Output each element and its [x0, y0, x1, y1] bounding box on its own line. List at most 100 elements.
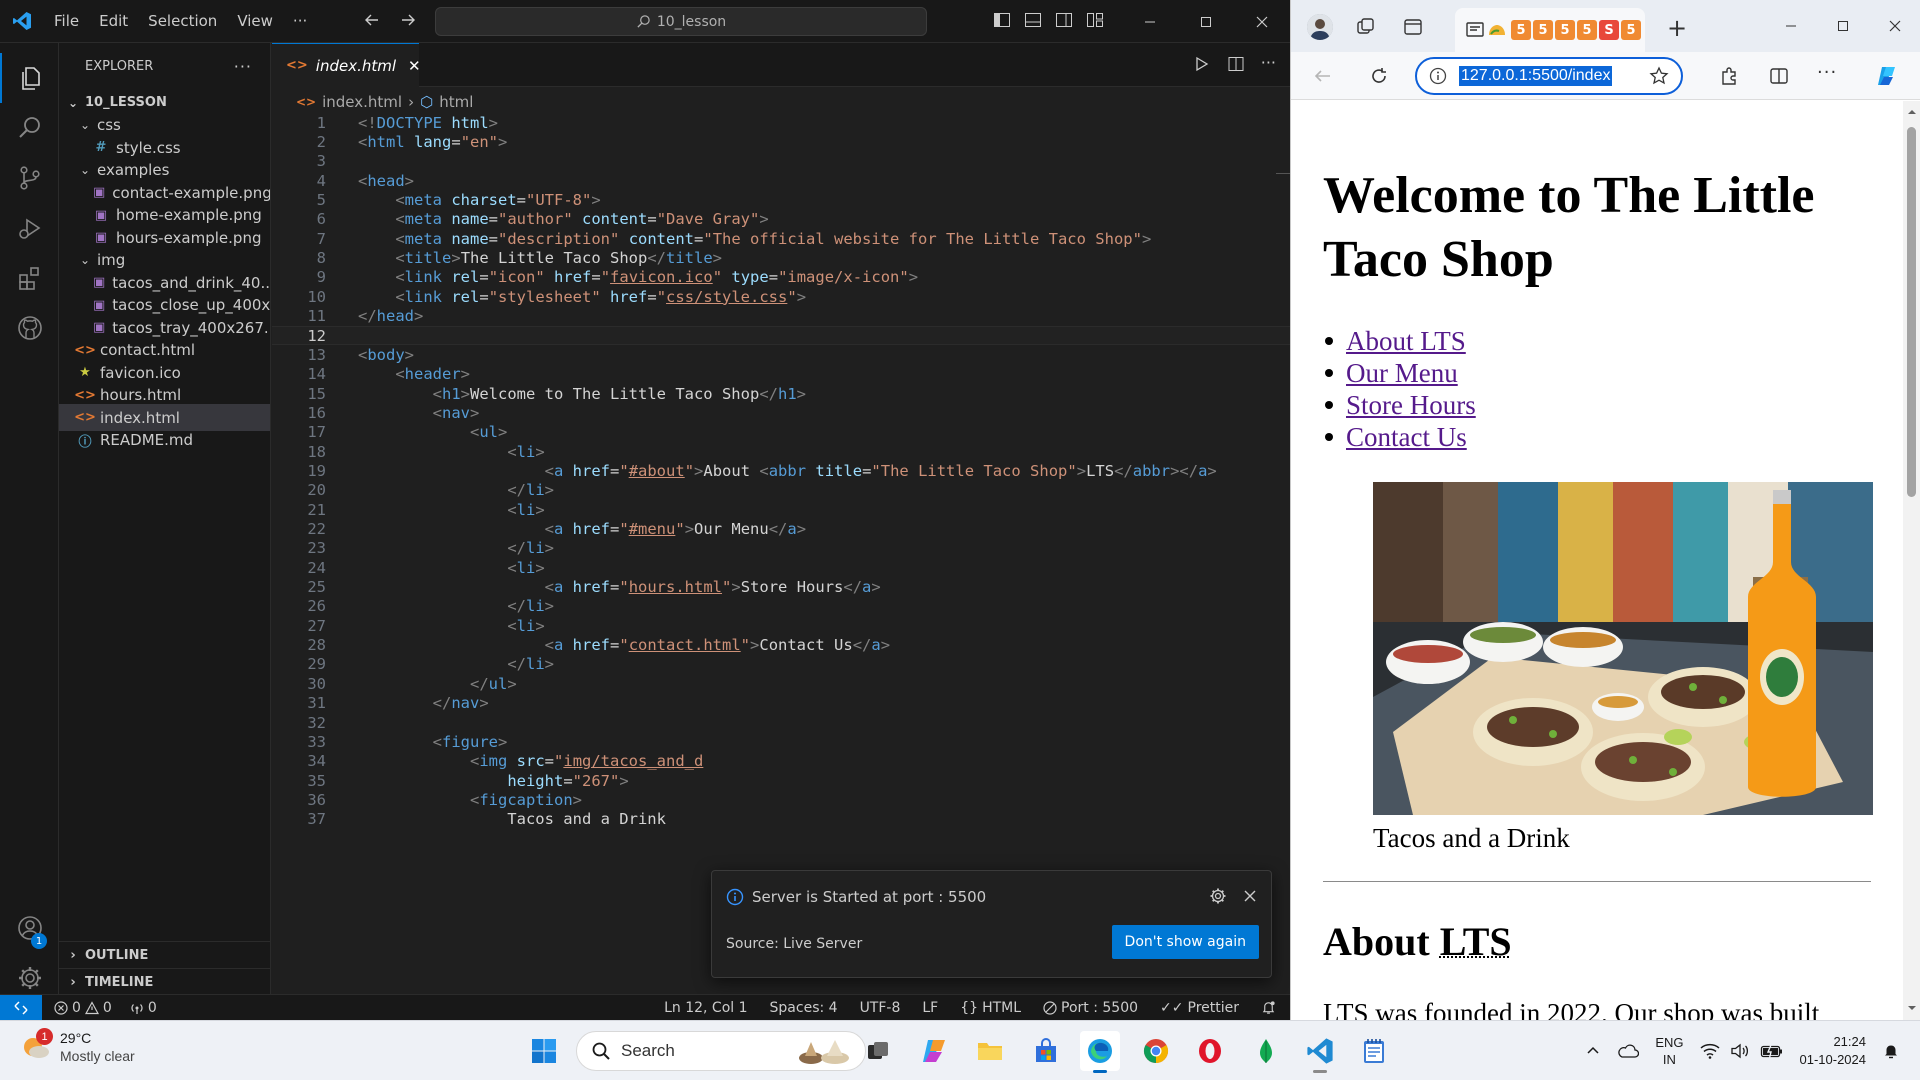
notifications-bell-icon[interactable] — [1261, 1000, 1276, 1015]
chrome-icon[interactable] — [1136, 1031, 1176, 1071]
tree-item-label: tacos_close_up_400x... — [112, 296, 270, 314]
breadcrumb-element[interactable]: html — [439, 93, 473, 111]
ports-indicator[interactable]: 0 — [130, 1000, 157, 1016]
prettier-status[interactable]: ✓✓ Prettier — [1160, 1000, 1239, 1016]
remote-indicator-icon[interactable] — [0, 994, 42, 1020]
notification-bell-icon[interactable] — [1882, 1042, 1900, 1060]
menu-more[interactable]: ··· — [283, 12, 317, 30]
encoding[interactable]: UTF-8 — [860, 1000, 901, 1016]
github-icon[interactable] — [0, 303, 59, 353]
cursor-position[interactable]: Ln 12, Col 1 — [664, 1000, 747, 1016]
toggle-primary-sidebar-icon[interactable] — [993, 11, 1011, 29]
back-arrow-icon[interactable] — [362, 10, 382, 30]
explorer-icon[interactable] — [0, 53, 59, 103]
code-token: href — [554, 268, 592, 287]
extensions-icon[interactable] — [1719, 66, 1739, 86]
status-left: 0 0 0 — [54, 1000, 157, 1016]
split-screen-icon[interactable] — [1769, 66, 1789, 86]
forward-arrow-icon[interactable] — [398, 10, 418, 30]
maximize-icon[interactable] — [1178, 0, 1234, 43]
refresh-icon[interactable] — [1369, 66, 1389, 86]
start-button[interactable] — [524, 1031, 564, 1071]
run-icon[interactable] — [1193, 55, 1211, 73]
scroll-down-arrow-icon[interactable] — [1907, 1003, 1917, 1013]
breadcrumb-file[interactable]: index.html — [322, 93, 402, 111]
tab-actions-icon[interactable] — [1403, 17, 1423, 37]
extensions-icon[interactable] — [0, 253, 59, 303]
timeline-section[interactable]: › TIMELINE — [59, 968, 270, 995]
task-view-icon[interactable] — [858, 1031, 898, 1071]
nav-link-hours[interactable]: Store Hours — [1346, 389, 1476, 421]
favorite-star-icon[interactable] — [1649, 66, 1669, 86]
split-editor-icon[interactable] — [1227, 55, 1245, 73]
end-of-line[interactable]: LF — [922, 1000, 938, 1016]
edge-taskbar-icon[interactable] — [1080, 1031, 1120, 1073]
menu-view[interactable]: View — [227, 12, 283, 30]
address-bar[interactable]: 127.0.0.1:5500/index — [1415, 57, 1683, 95]
file-explorer-icon[interactable] — [970, 1031, 1010, 1071]
new-tab-button[interactable]: + — [1667, 14, 1687, 42]
settings-more-icon[interactable]: ··· — [1817, 62, 1837, 83]
close-icon[interactable] — [1234, 0, 1290, 43]
source-control-icon[interactable] — [0, 153, 59, 203]
workspaces-icon[interactable] — [1355, 16, 1377, 38]
onedrive-cloud-icon[interactable] — [1617, 1043, 1640, 1059]
menu-selection[interactable]: Selection — [138, 12, 227, 30]
nav-link-contact[interactable]: Contact Us — [1346, 421, 1467, 453]
code-token: a — [862, 578, 872, 597]
search-view-icon[interactable] — [0, 103, 59, 153]
live-server-port[interactable]: Port : 5500 — [1043, 1000, 1138, 1016]
notepad-icon[interactable] — [1354, 1031, 1394, 1071]
microsoft-store-icon[interactable] — [1026, 1031, 1066, 1071]
back-arrow-icon[interactable] — [1313, 66, 1333, 86]
nav-link-about[interactable]: About LTS — [1346, 325, 1466, 357]
maximize-icon[interactable] — [1817, 0, 1869, 52]
input-language[interactable]: ENG IN — [1655, 1034, 1683, 1068]
toggle-panel-icon[interactable] — [1024, 11, 1042, 29]
toggle-secondary-sidebar-icon[interactable] — [1055, 11, 1073, 29]
menu-file[interactable]: File — [44, 12, 89, 30]
code-token: " — [787, 287, 797, 306]
tab-index-html[interactable]: <> index.html ✕ — [272, 43, 421, 87]
dont-show-again-button[interactable]: Don't show again — [1111, 925, 1259, 959]
indentation[interactable]: Spaces: 4 — [770, 1000, 838, 1016]
outline-section[interactable]: › OUTLINE — [59, 941, 270, 968]
run-debug-icon[interactable] — [0, 203, 59, 253]
profile-avatar[interactable] — [1307, 14, 1333, 40]
close-icon[interactable] — [1243, 889, 1257, 903]
browser-tab-active[interactable]: 5 5 5 5 S 5 — [1455, 8, 1645, 52]
url-text[interactable]: 127.0.0.1:5500/index — [1459, 66, 1613, 86]
close-icon[interactable] — [1869, 0, 1920, 52]
taskbar-search[interactable]: Search — [576, 1031, 866, 1071]
chevron-up-icon[interactable] — [1585, 1043, 1601, 1059]
scroll-up-arrow-icon[interactable] — [1907, 107, 1917, 117]
code-content: <link rel="icon" href="favicon.ico" type… — [358, 268, 918, 286]
copilot-icon[interactable] — [1875, 64, 1899, 88]
nav-link-menu[interactable]: Our Menu — [1346, 357, 1458, 389]
editor-more-icon[interactable]: ··· — [1261, 55, 1276, 73]
code-editor[interactable]: 1 <!DOCTYPE html> 2 <html lang="en"> 3 4 <head… — [272, 115, 1290, 994]
accounts-icon[interactable]: 1 — [0, 903, 59, 953]
problems-indicator[interactable]: 0 0 — [54, 1000, 112, 1016]
opera-icon[interactable] — [1190, 1031, 1230, 1071]
tree-file[interactable]: ⓘ README.md — [59, 427, 270, 454]
minimize-icon[interactable] — [1122, 0, 1178, 43]
clock[interactable]: 21:24 01-10-2024 — [1800, 1033, 1867, 1069]
menu-edit[interactable]: Edit — [89, 12, 138, 30]
tab-close-icon[interactable]: ✕ — [408, 57, 421, 75]
command-center[interactable]: 10_lesson — [435, 7, 927, 36]
mongodb-compass-icon[interactable] — [1246, 1031, 1286, 1071]
gear-icon[interactable] — [1209, 887, 1227, 905]
copilot-taskbar-icon[interactable] — [914, 1031, 954, 1071]
scroll-thumb[interactable] — [1907, 127, 1916, 497]
site-info-icon[interactable] — [1429, 67, 1447, 85]
weather-widget[interactable]: 1 29°C Mostly clear — [20, 1028, 135, 1065]
language-mode[interactable]: {} HTML — [960, 1000, 1021, 1016]
minimize-icon[interactable] — [1765, 0, 1817, 52]
explorer-more-icon[interactable]: ··· — [234, 57, 252, 76]
quick-settings[interactable] — [1699, 1043, 1784, 1059]
customize-layout-icon[interactable] — [1086, 11, 1104, 29]
tab-favicon-badge: 5 — [1577, 20, 1597, 40]
page-scrollbar[interactable] — [1903, 101, 1920, 1020]
vscode-taskbar-icon[interactable] — [1300, 1031, 1340, 1073]
